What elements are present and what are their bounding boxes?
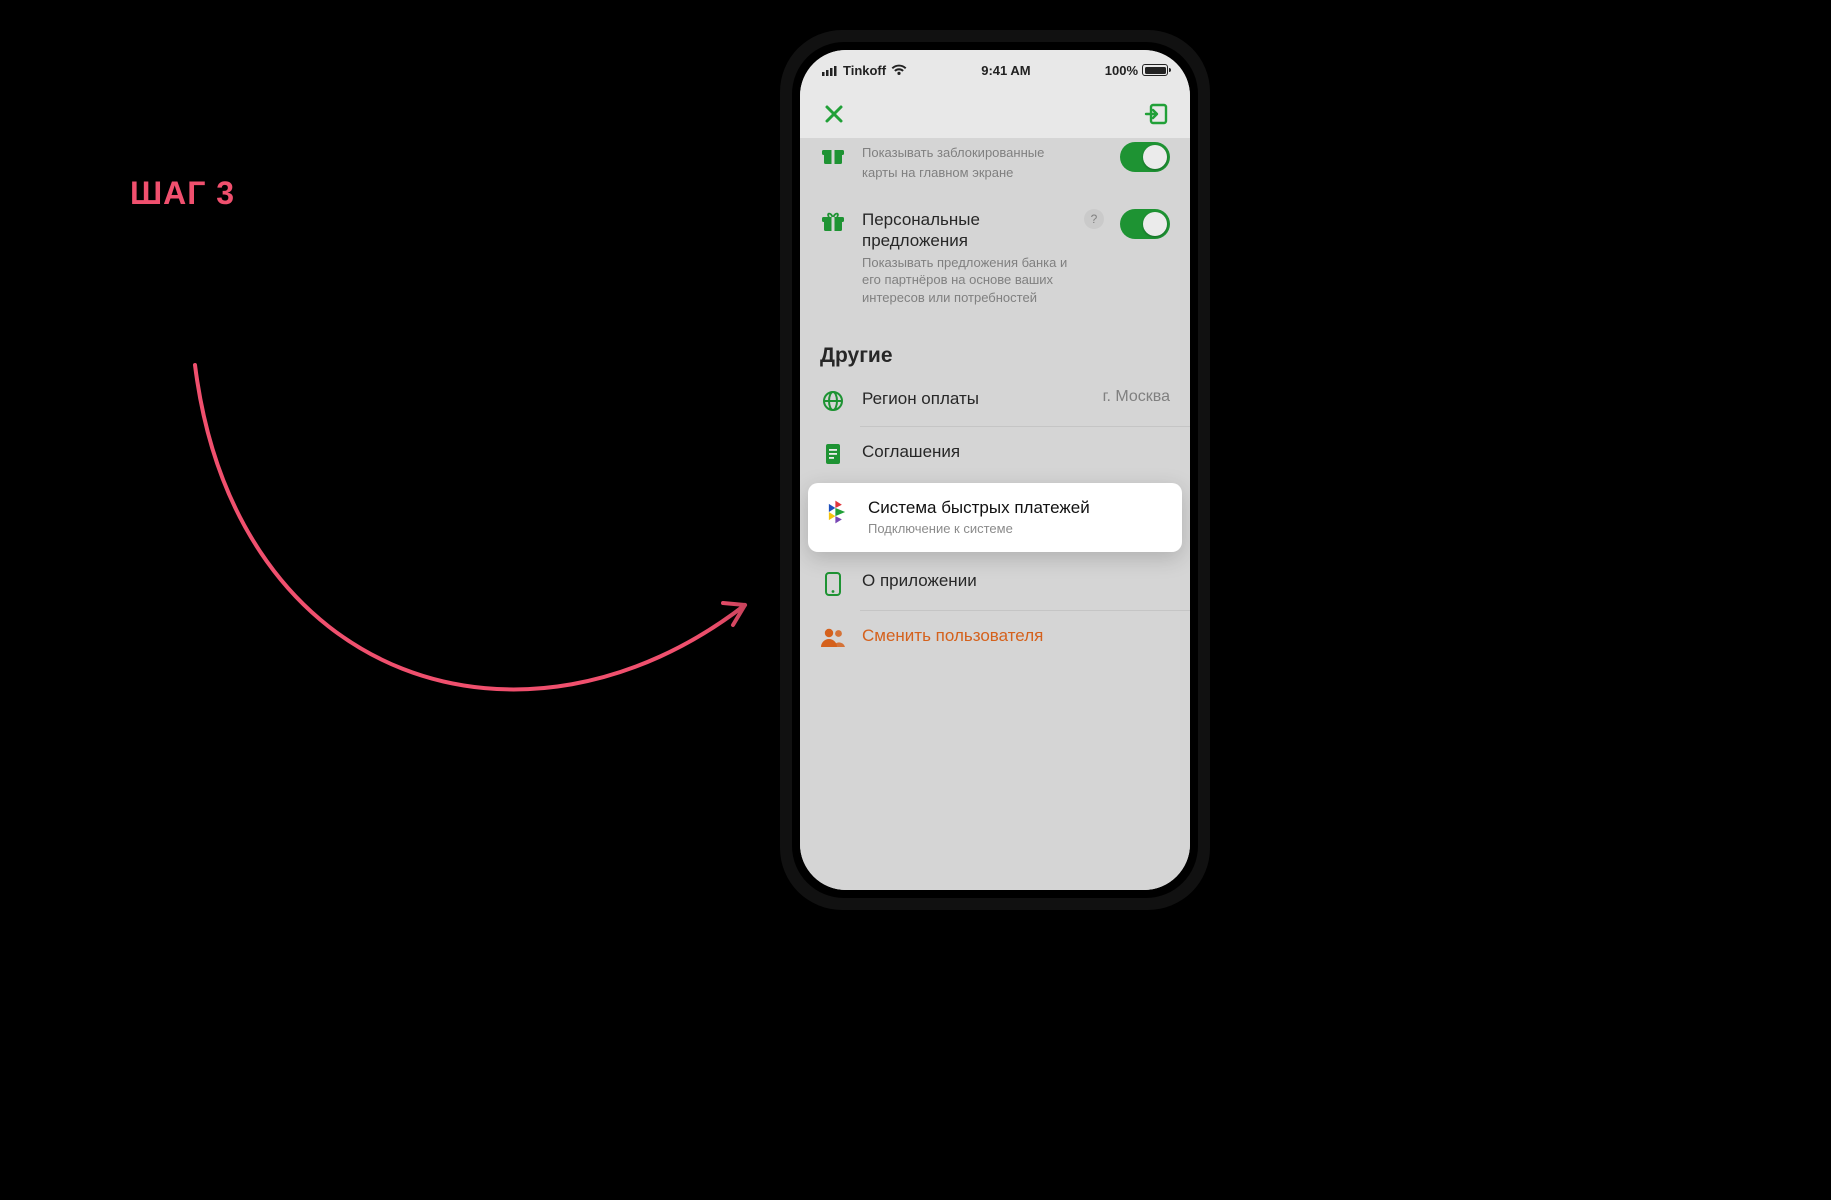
about-row[interactable]: О приложении: [800, 556, 1190, 610]
help-button[interactable]: ?: [1084, 209, 1104, 229]
close-icon: [824, 104, 844, 124]
sbp-label: Система быстрых платежей: [868, 497, 1168, 518]
phone-screen: Tinkoff 9:41 AM 100%: [800, 50, 1190, 890]
sbp-row[interactable]: Система быстрых платежей Подключение к с…: [808, 483, 1182, 552]
wifi-icon: [891, 64, 907, 76]
carrier-label: Tinkoff: [843, 63, 886, 78]
blocked-cards-row[interactable]: Показывать заблокированные карты на глав…: [800, 138, 1190, 195]
personal-offers-sub: Показывать предложения банка и его партн…: [862, 254, 1068, 307]
personal-offers-title: Персональные предложения: [862, 209, 1068, 252]
status-bar: Tinkoff 9:41 AM 100%: [800, 50, 1190, 90]
signal-icon: [822, 65, 838, 76]
settings-content: Показывать заблокированные карты на глав…: [800, 138, 1190, 890]
close-button[interactable]: [818, 98, 850, 130]
exit-icon: [1144, 103, 1168, 125]
change-user-label: Сменить пользователя: [862, 625, 1170, 646]
region-value: г. Москва: [1103, 388, 1170, 406]
sbp-icon: [822, 497, 852, 525]
region-label: Регион оплаты: [862, 388, 1087, 409]
step-heading: ШАГ 3: [130, 175, 235, 212]
exit-button[interactable]: [1140, 98, 1172, 130]
phone-icon: [820, 570, 846, 596]
blocked-cards-title: Показывать заблокированные: [862, 144, 1104, 162]
about-label: О приложении: [862, 570, 1170, 591]
nav-bar: [800, 90, 1190, 138]
status-left: Tinkoff: [822, 63, 907, 78]
personal-offers-row[interactable]: Персональные предложения Показывать пред…: [800, 195, 1190, 320]
gift-icon: [820, 142, 846, 166]
document-icon: [820, 441, 846, 465]
clock: 9:41 AM: [981, 63, 1030, 78]
section-other: Другие: [800, 320, 1190, 374]
globe-icon: [820, 388, 846, 412]
region-row[interactable]: Регион оплаты г. Москва: [800, 374, 1190, 426]
agreements-label: Соглашения: [862, 441, 1170, 462]
agreements-row[interactable]: Соглашения: [800, 427, 1190, 479]
pointer-arrow: [175, 355, 765, 795]
blocked-cards-sub: карты на главном экране: [862, 164, 1104, 182]
blocked-cards-toggle[interactable]: [1120, 142, 1170, 172]
users-icon: [820, 625, 846, 647]
phone-bezel: Tinkoff 9:41 AM 100%: [792, 42, 1198, 898]
change-user-row[interactable]: Сменить пользователя: [800, 611, 1190, 661]
gift-icon: [820, 209, 846, 233]
status-right: 100%: [1105, 63, 1168, 78]
phone-frame: Tinkoff 9:41 AM 100%: [780, 30, 1210, 910]
battery-percent: 100%: [1105, 63, 1138, 78]
battery-icon: [1142, 64, 1168, 76]
personal-offers-toggle[interactable]: [1120, 209, 1170, 239]
sbp-sub: Подключение к системе: [868, 520, 1168, 538]
